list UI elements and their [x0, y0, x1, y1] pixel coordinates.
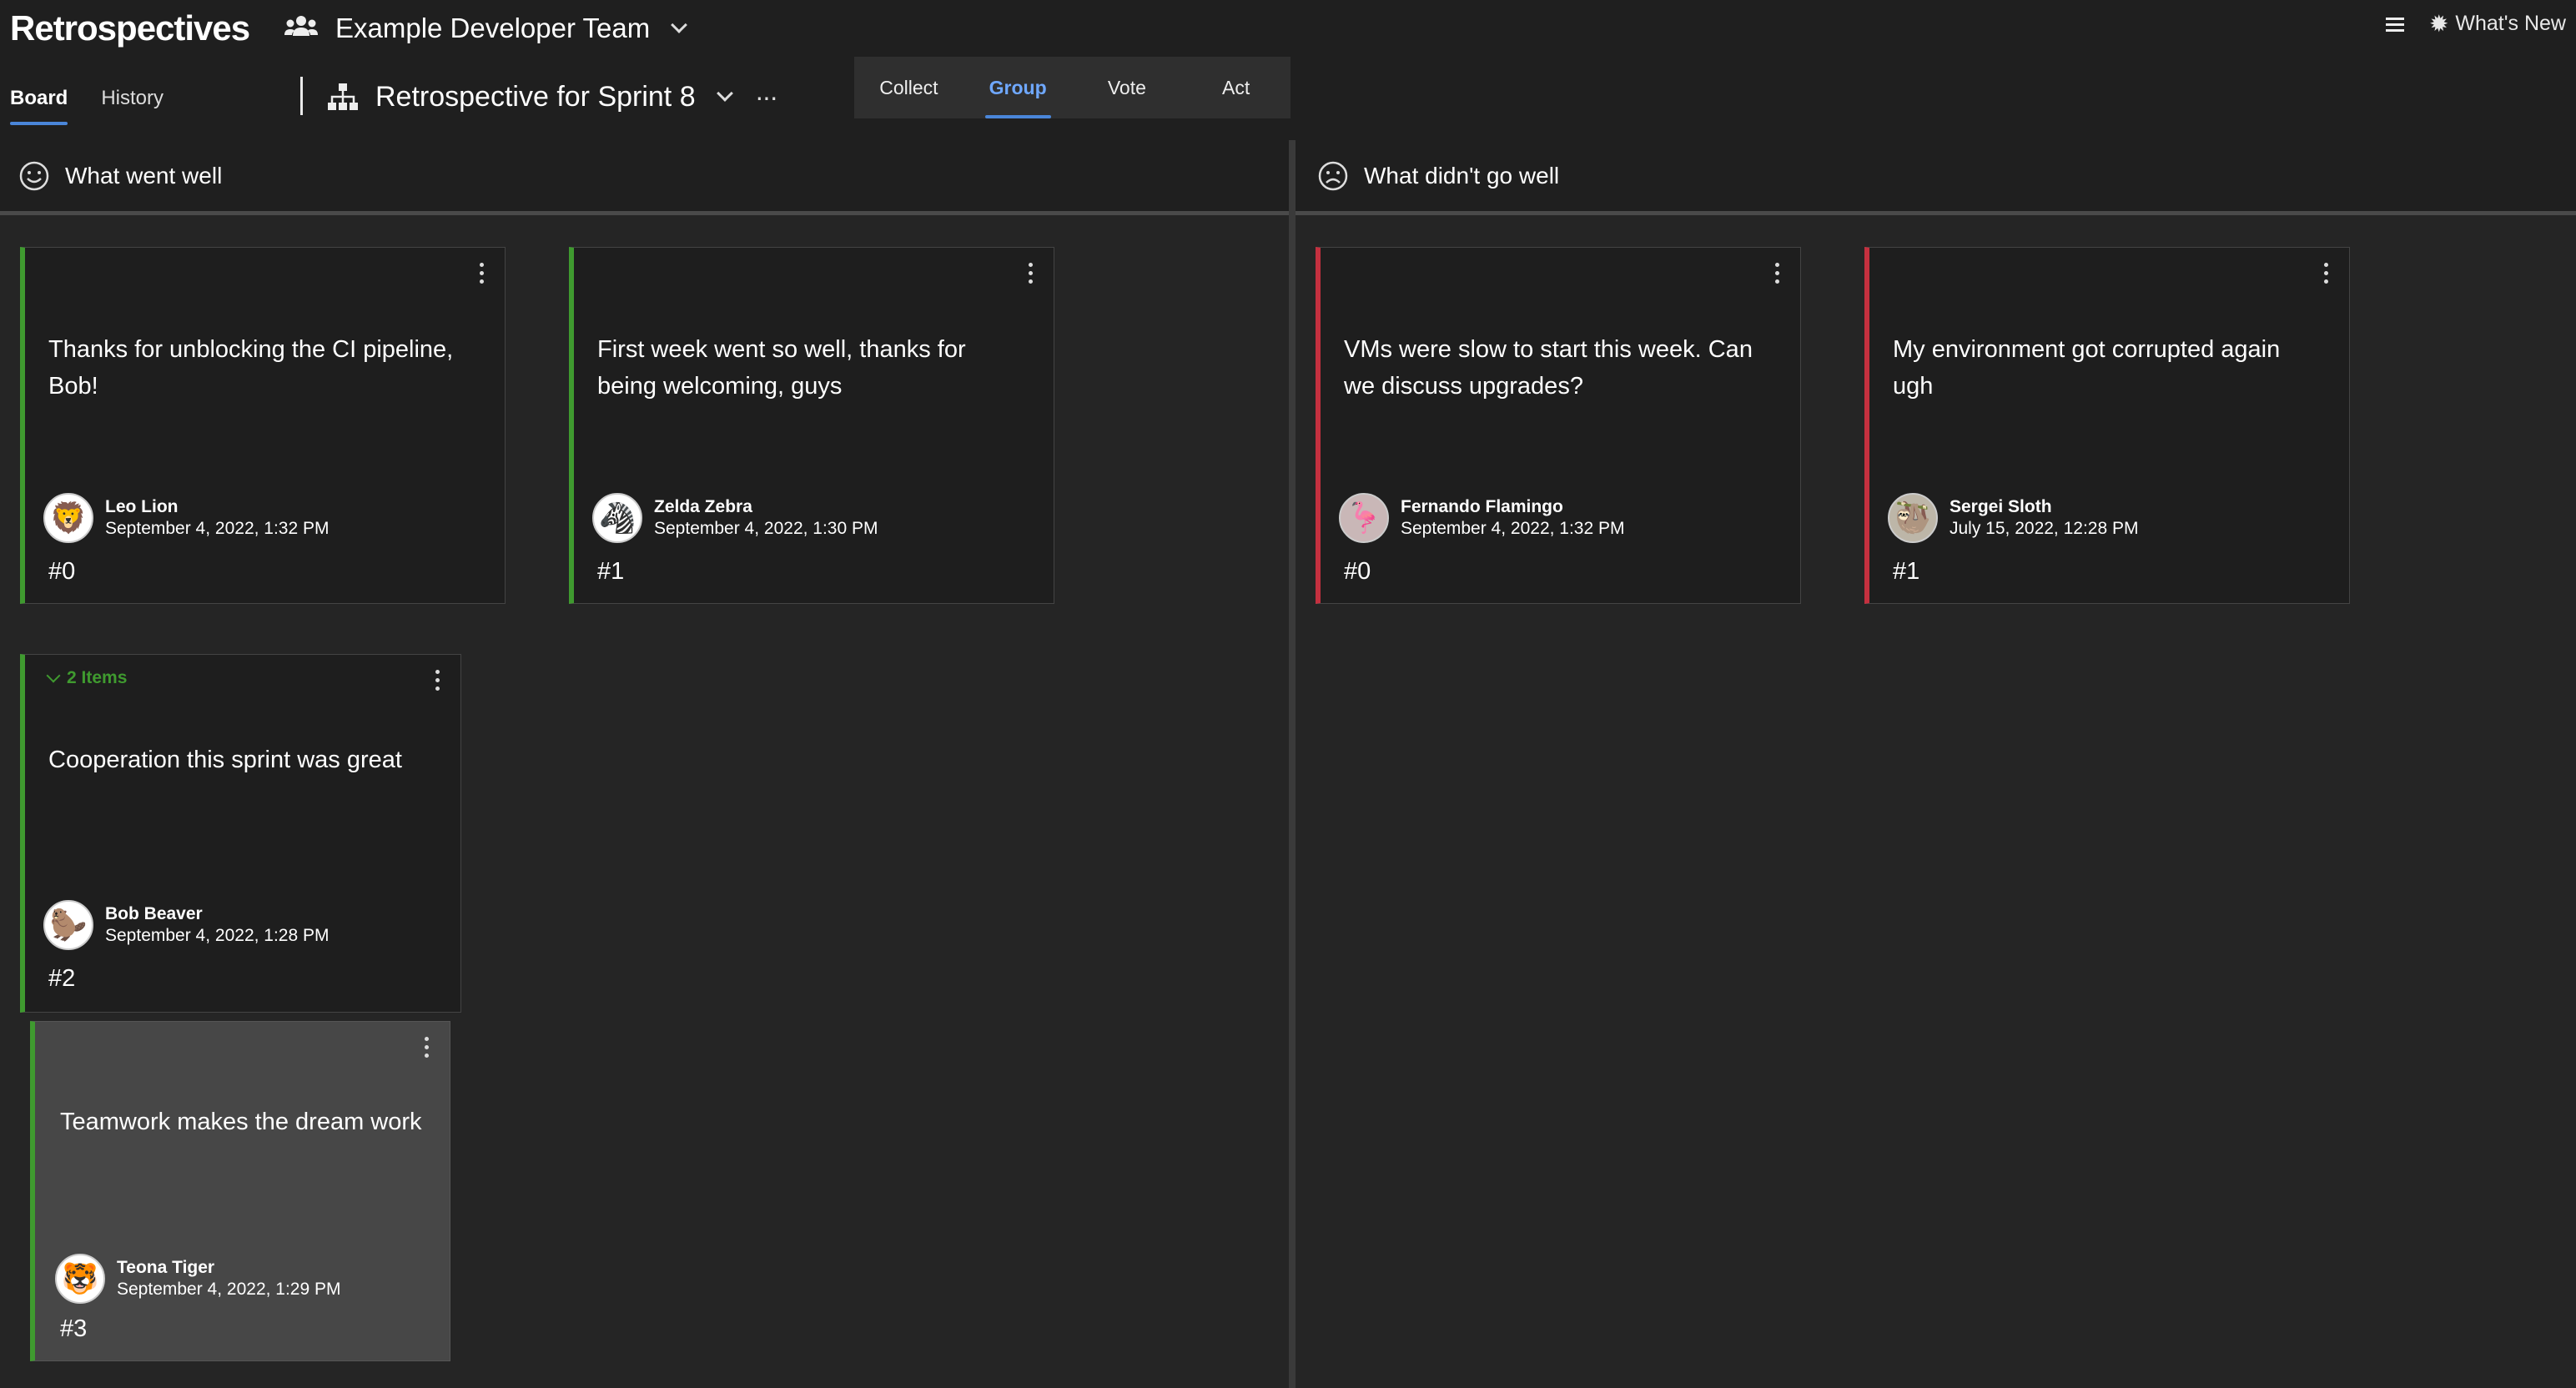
card-author: 🦁 Leo Lion September 4, 2022, 1:32 PM [43, 493, 330, 543]
column-what-didnt-go-well: What didn't go well VMs were slow to sta… [1296, 140, 2576, 1388]
chevron-down-icon [671, 17, 688, 33]
grouped-feedback-card[interactable]: 2 Items Cooperation this sprint was grea… [20, 654, 461, 1013]
feedback-card[interactable]: My environment got corrupted again ugh 🦥… [1864, 247, 2350, 604]
view-tabs: Board History [0, 75, 187, 125]
top-bar: Retrospectives Example Developer Team ✹ … [0, 0, 2576, 140]
card-date: September 4, 2022, 1:28 PM [105, 926, 330, 945]
board-name: Retrospective for Sprint 8 [375, 80, 696, 113]
whats-new-button[interactable]: ✹ What's New [2429, 12, 2566, 36]
author-name: Teona Tiger [117, 1258, 215, 1277]
beaver-avatar-icon: 🦫 [43, 900, 93, 950]
card-text: First week went so well, thanks for bein… [597, 336, 966, 400]
team-name: Example Developer Team [335, 13, 651, 43]
author-name: Bob Beaver [105, 904, 203, 923]
smile-icon [19, 161, 49, 190]
column-title: What didn't go well [1364, 162, 1560, 189]
card-author: 🦥 Sergei Sloth July 15, 2022, 12:28 PM [1888, 493, 2138, 543]
group-count: 2 Items [67, 668, 128, 687]
feedback-card[interactable]: VMs were slow to start this week. Can we… [1316, 247, 1801, 604]
zebra-avatar-icon: 🦓 [592, 493, 642, 543]
author-name: Leo Lion [105, 497, 179, 516]
column-title: What went well [65, 162, 223, 189]
card-date: September 4, 2022, 1:29 PM [117, 1280, 341, 1299]
sad-face-icon [1318, 161, 1348, 190]
card-number: #2 [48, 965, 76, 992]
card-text: Cooperation this sprint was great [48, 747, 402, 773]
card-text: VMs were slow to start this week. Can we… [1344, 336, 1753, 400]
phase-collect[interactable]: Collect [854, 57, 963, 118]
card-number: #1 [1893, 558, 1920, 585]
gear-icon: ✹ [2428, 10, 2449, 37]
card-menu-icon[interactable] [1768, 259, 1785, 288]
card-number: #1 [597, 558, 625, 585]
card-text: My environment got corrupted again ugh [1893, 336, 2281, 400]
phase-vote[interactable]: Vote [1073, 57, 1182, 118]
tiger-avatar-icon: 🐯 [55, 1254, 105, 1304]
column-separator [1289, 140, 1296, 1388]
card-number: #0 [48, 558, 76, 585]
team-icon [284, 16, 318, 36]
card-author: 🦩 Fernando Flamingo September 4, 2022, 1… [1339, 493, 1625, 543]
menu-icon[interactable] [2385, 16, 2404, 33]
group-expand-toggle[interactable]: 2 Items [46, 668, 128, 688]
more-options-icon[interactable]: ··· [755, 82, 778, 113]
card-menu-icon[interactable] [1022, 259, 1039, 288]
card-author: 🐯 Teona Tiger September 4, 2022, 1:29 PM [55, 1254, 341, 1304]
card-number: #0 [1344, 558, 1371, 585]
author-name: Fernando Flamingo [1401, 497, 1563, 516]
chevron-down-icon [716, 85, 733, 102]
card-menu-icon[interactable] [429, 666, 445, 695]
author-name: Zelda Zebra [654, 497, 752, 516]
lion-avatar-icon: 🦁 [43, 493, 93, 543]
card-text: Teamwork makes the dream work [60, 1109, 422, 1135]
grouped-child-card[interactable]: Teamwork makes the dream work 🐯 Teona Ti… [30, 1021, 450, 1361]
card-date: September 4, 2022, 1:32 PM [1401, 519, 1625, 538]
card-text: Thanks for unblocking the CI pipeline, B… [48, 336, 454, 400]
card-date: September 4, 2022, 1:32 PM [105, 519, 330, 538]
column-header: What went well [0, 140, 1289, 215]
phase-act[interactable]: Act [1181, 57, 1291, 118]
column-what-went-well: What went well Thanks for unblocking the… [0, 140, 1289, 1388]
feedback-card[interactable]: Thanks for unblocking the CI pipeline, B… [20, 247, 506, 604]
card-menu-icon[interactable] [418, 1033, 435, 1062]
card-date: September 4, 2022, 1:30 PM [654, 519, 878, 538]
phase-selector: Collect Group Vote Act [854, 57, 1291, 118]
card-date: July 15, 2022, 12:28 PM [1950, 519, 2139, 538]
sloth-avatar-icon: 🦥 [1888, 493, 1938, 543]
flamingo-avatar-icon: 🦩 [1339, 493, 1389, 543]
phase-group[interactable]: Group [963, 57, 1073, 118]
card-number: #3 [60, 1315, 88, 1342]
team-selector[interactable]: Example Developer Team [284, 7, 688, 50]
app-title: Retrospectives [10, 8, 250, 48]
column-header: What didn't go well [1296, 140, 2576, 215]
hierarchy-icon [328, 83, 358, 110]
whats-new-label: What's New [2455, 12, 2566, 35]
card-author: 🦫 Bob Beaver September 4, 2022, 1:28 PM [43, 900, 330, 950]
board-selector[interactable]: Retrospective for Sprint 8 [327, 75, 733, 118]
chevron-down-icon [46, 668, 61, 683]
card-author: 🦓 Zelda Zebra September 4, 2022, 1:30 PM [592, 493, 878, 543]
card-menu-icon[interactable] [2317, 259, 2334, 288]
card-menu-icon[interactable] [473, 259, 490, 288]
tab-board[interactable]: Board [0, 75, 78, 125]
feedback-card[interactable]: First week went so well, thanks for bein… [569, 247, 1054, 604]
tab-history[interactable]: History [91, 75, 174, 125]
author-name: Sergei Sloth [1950, 497, 2052, 516]
divider [300, 77, 303, 115]
